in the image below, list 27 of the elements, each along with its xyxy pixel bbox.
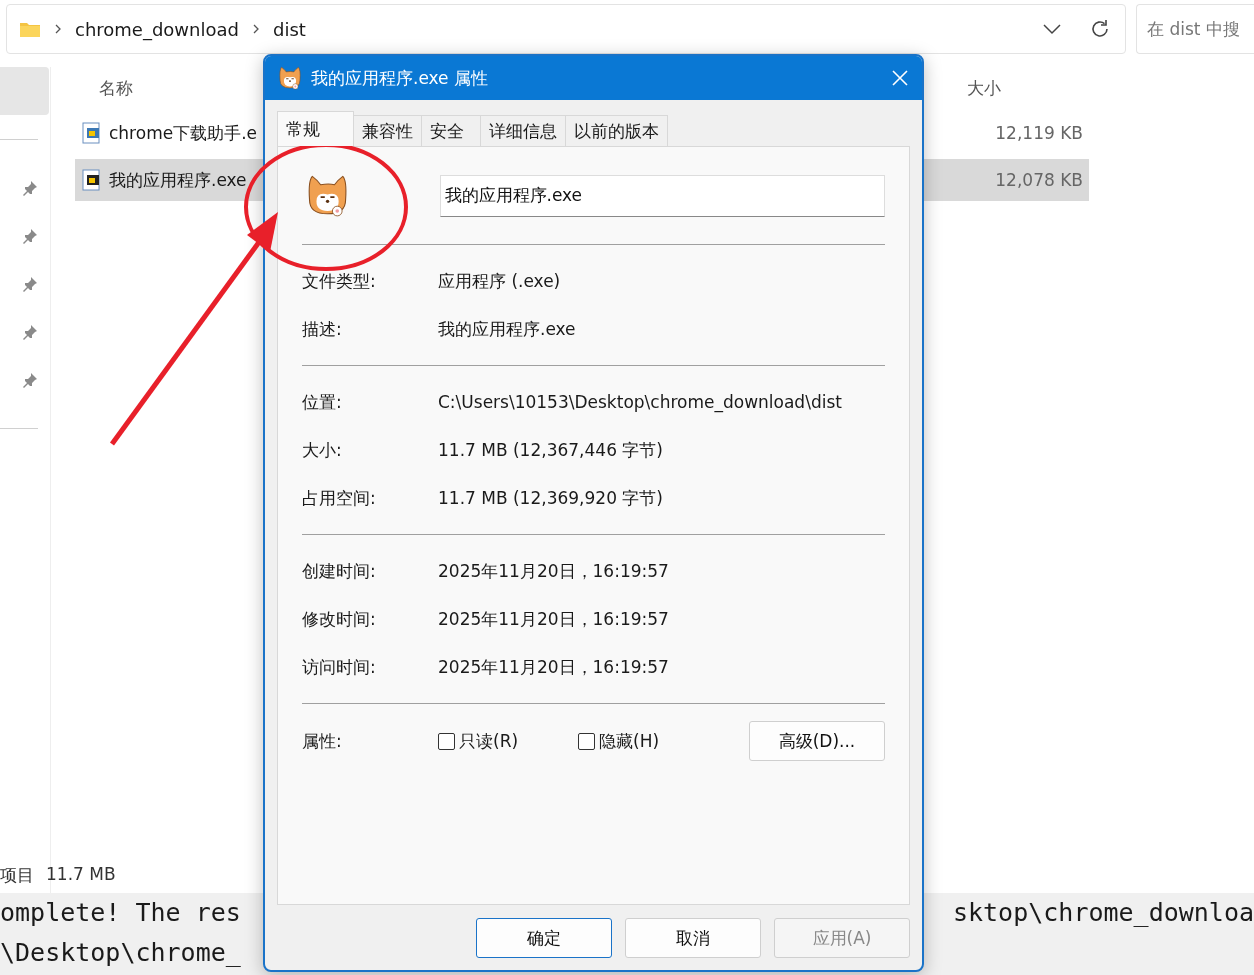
terminal-text: omplete! The res bbox=[0, 897, 241, 929]
item-count: 项目 bbox=[0, 864, 34, 887]
property-value: 应用程序 (.exe) bbox=[438, 269, 561, 293]
file-name: chrome下载助手.e bbox=[109, 121, 258, 145]
file-name: 我的应用程序.exe bbox=[109, 168, 247, 192]
window-title: 我的应用程序.exe 属性 bbox=[311, 66, 488, 90]
property-label: 描述: bbox=[302, 317, 343, 341]
property-label: 修改时间: bbox=[302, 607, 377, 631]
terminal-text: \Desktop\chrome_ bbox=[0, 937, 241, 969]
property-value: 11.7 MB (12,367,446 字节) bbox=[438, 438, 663, 462]
property-label: 属性: bbox=[302, 729, 343, 753]
property-value: 2025年11月20日，16:19:57 bbox=[438, 559, 669, 583]
property-label: 文件类型: bbox=[302, 269, 377, 293]
file-size: 12,078 KB bbox=[995, 170, 1083, 190]
terminal-text: sktop\chrome_downloa bbox=[952, 897, 1254, 929]
property-label: 占用空间: bbox=[302, 486, 377, 510]
property-value: 11.7 MB (12,369,920 字节) bbox=[438, 486, 663, 510]
property-value: C:\Users\10153\Desktop\chrome_download\dist bbox=[438, 392, 842, 412]
property-label: 访问时间: bbox=[302, 655, 377, 679]
property-value: 2025年11月20日，16:19:57 bbox=[438, 607, 669, 631]
property-value: 我的应用程序.exe bbox=[438, 317, 576, 341]
file-size: 12,119 KB bbox=[995, 123, 1083, 143]
property-label: 大小: bbox=[302, 438, 343, 462]
property-label: 创建时间: bbox=[302, 559, 377, 583]
selection-size: 11.7 MB bbox=[46, 864, 116, 886]
property-label: 位置: bbox=[302, 390, 343, 414]
property-value: 2025年11月20日，16:19:57 bbox=[438, 655, 669, 679]
